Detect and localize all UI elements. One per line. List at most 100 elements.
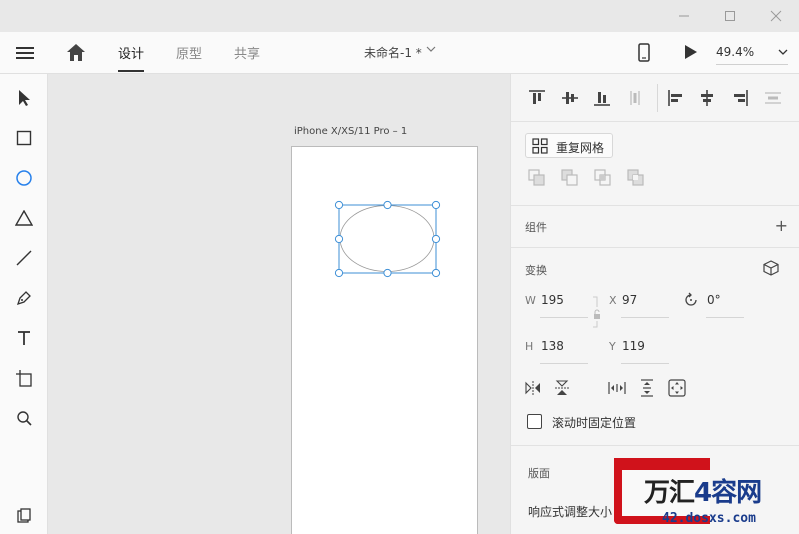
boolean-add-icon[interactable] (528, 169, 546, 187)
triangle-icon (15, 210, 33, 226)
tab-prototype[interactable]: 原型 (176, 43, 202, 73)
maximize-icon (725, 11, 735, 21)
ellipse-tool[interactable] (12, 166, 36, 190)
align-divider (657, 84, 658, 112)
align-right-icon (734, 90, 748, 106)
width-underline (540, 317, 588, 318)
tab-design[interactable]: 设计 (118, 43, 145, 73)
play-icon[interactable] (683, 44, 699, 60)
y-label: Y (609, 340, 616, 353)
x-input[interactable]: 97 (622, 293, 637, 307)
rectangle-icon (16, 130, 32, 146)
minimize-icon (679, 15, 689, 17)
fit-both-icon (668, 379, 686, 397)
y-input[interactable]: 119 (622, 339, 645, 353)
flip-horizontal-icon (525, 381, 540, 395)
align-bottom-button[interactable] (592, 88, 612, 108)
fit-width-button[interactable] (608, 379, 626, 397)
polygon-tool[interactable] (12, 206, 36, 230)
fit-height-button[interactable] (638, 379, 656, 397)
height-underline (540, 363, 588, 364)
grid-icon (532, 138, 548, 154)
rectangle-tool[interactable] (12, 126, 36, 150)
watermark-logo: 万汇4容网 42.dosxs.com (614, 458, 799, 534)
repeat-grid-label: 重复网格 (556, 141, 605, 155)
text-tool[interactable] (12, 326, 36, 350)
artboard-tool[interactable] (12, 366, 36, 390)
layout-title: 版面 (528, 467, 550, 480)
hamburger-menu-icon[interactable] (14, 44, 36, 62)
line-tool[interactable] (12, 246, 36, 270)
align-toolbar (511, 74, 799, 122)
chevron-down-icon (778, 49, 788, 55)
rotation-underline (706, 317, 744, 318)
align-top-icon (529, 90, 545, 104)
add-component-button[interactable]: + (775, 218, 788, 234)
height-input[interactable]: 138 (541, 339, 564, 353)
pen-icon (16, 291, 31, 306)
device-preview-icon[interactable] (637, 43, 651, 63)
width-input[interactable]: 195 (541, 293, 564, 307)
flip-horizontal-button[interactable] (524, 379, 542, 397)
rotation-input[interactable]: 0° (707, 293, 721, 307)
responsive-resize-label[interactable]: 响应式调整大小 (528, 503, 612, 520)
left-toolbar (0, 74, 48, 534)
title-bar (0, 0, 799, 32)
tab-share[interactable]: 共享 (234, 43, 260, 73)
zoom-value: 49.4% (716, 45, 755, 59)
zoom-tool[interactable] (12, 406, 36, 430)
components-title: 组件 (525, 221, 547, 234)
fixed-position-checkbox[interactable] (527, 414, 542, 429)
align-left-button[interactable] (666, 88, 686, 108)
maximize-button[interactable] (707, 0, 753, 32)
pen-tool[interactable] (12, 286, 36, 310)
distribute-vertical-icon (630, 91, 640, 105)
watermark-url: 42.dosxs.com (662, 511, 756, 526)
document-name[interactable]: 未命名-1 * (364, 44, 422, 61)
align-bottom-icon (594, 92, 610, 106)
close-button[interactable] (753, 0, 799, 32)
artboard-label[interactable]: iPhone X/XS/11 Pro – 1 (294, 126, 407, 137)
y-underline (621, 363, 669, 364)
distribute-vertical-button[interactable] (625, 88, 645, 108)
align-center-button[interactable] (697, 88, 717, 108)
transform-section: 变换 W 195 X 97 0° H 138 Y 119 滚动时固定位置 (511, 248, 799, 446)
canvas[interactable]: iPhone X/XS/11 Pro – 1 (48, 74, 510, 534)
watermark-tag (614, 458, 710, 468)
magnifier-icon (17, 411, 32, 426)
libraries-icon (17, 508, 31, 523)
repeat-grid-button[interactable]: 重复网格 (525, 133, 613, 158)
distribute-horizontal-button[interactable] (763, 88, 783, 108)
pointer-icon (19, 90, 30, 106)
x-label: X (609, 294, 617, 307)
components-section: 组件 + (511, 206, 799, 248)
align-top-button[interactable] (527, 88, 547, 108)
flip-vertical-button[interactable] (553, 379, 571, 397)
home-icon[interactable] (64, 41, 88, 65)
watermark-brand: 万汇4容网 (644, 478, 762, 508)
selected-ellipse[interactable] (334, 200, 444, 278)
boolean-subtract-icon[interactable] (561, 169, 579, 187)
align-right-button[interactable] (730, 88, 750, 108)
x-underline (621, 317, 669, 318)
repeat-grid-section: 重复网格 (511, 122, 799, 206)
select-tool[interactable] (12, 86, 36, 110)
minimize-button[interactable] (661, 0, 707, 32)
libraries-button[interactable] (12, 504, 36, 528)
zoom-select[interactable]: 49.4% (716, 43, 788, 65)
boolean-intersect-icon[interactable] (594, 169, 612, 187)
width-label: W (525, 294, 536, 307)
boolean-exclude-icon[interactable] (627, 169, 645, 187)
transform-title: 变换 (525, 264, 547, 277)
chevron-down-icon[interactable] (426, 46, 436, 54)
align-middle-button[interactable] (560, 88, 580, 108)
fixed-position-label: 滚动时固定位置 (552, 416, 637, 430)
height-label: H (525, 340, 534, 353)
lock-aspect-icon[interactable] (591, 295, 601, 329)
line-icon (16, 250, 32, 266)
align-left-icon (668, 90, 682, 106)
fit-height-icon (641, 379, 653, 397)
3d-transform-icon[interactable] (763, 260, 779, 276)
fit-both-button[interactable] (668, 379, 686, 397)
rotate-icon (685, 292, 697, 306)
